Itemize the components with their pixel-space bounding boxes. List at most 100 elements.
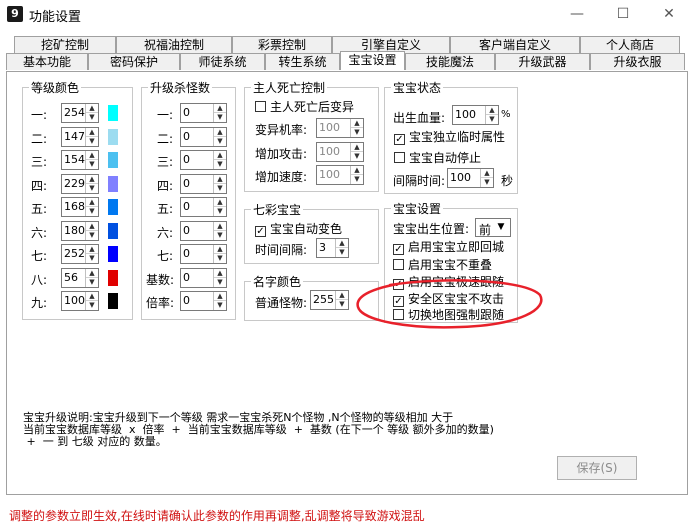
- tab-mining[interactable]: 挖矿控制: [14, 36, 116, 53]
- owner-death-spinner-value[interactable]: 100: [319, 145, 340, 158]
- kill-count-spinner-value[interactable]: 0: [183, 294, 190, 307]
- level-color-spinner[interactable]: 252 ▲ ▼: [61, 244, 99, 264]
- owner-death-spinner-value[interactable]: 100: [319, 168, 340, 181]
- spin-up-icon[interactable]: ▲: [214, 222, 226, 231]
- owner-death-spinner-value[interactable]: 100: [319, 121, 340, 134]
- tab-personal-shop[interactable]: 个人商店: [580, 36, 680, 53]
- kill-count-spinner[interactable]: 0 ▲ ▼: [180, 244, 227, 264]
- spin-down-icon[interactable]: ▼: [86, 231, 98, 240]
- level-color-spinner-value[interactable]: 252: [64, 247, 85, 260]
- spin-down-icon[interactable]: ▼: [351, 175, 363, 184]
- spin-up-icon[interactable]: ▲: [86, 151, 98, 160]
- level-color-spinner-value[interactable]: 254: [64, 106, 85, 119]
- spin-up-icon[interactable]: ▲: [86, 245, 98, 254]
- option-no-overlap-checkbox[interactable]: 启用宝宝不重叠: [393, 256, 492, 273]
- spin-down-icon[interactable]: ▼: [336, 300, 348, 309]
- level-color-spinner-value[interactable]: 168: [64, 200, 85, 213]
- tab-lottery[interactable]: 彩票控制: [232, 36, 332, 53]
- name-color-value[interactable]: 255: [313, 293, 334, 306]
- status-interval-value[interactable]: 100: [450, 171, 471, 184]
- close-button[interactable]: ✕: [654, 4, 684, 24]
- spin-up-icon[interactable]: ▲: [86, 292, 98, 301]
- spin-up-icon[interactable]: ▲: [351, 119, 363, 128]
- spin-down-icon[interactable]: ▼: [86, 278, 98, 287]
- spin-down-icon[interactable]: ▼: [86, 113, 98, 122]
- auto-stop-checkbox[interactable]: 宝宝自动停止: [394, 149, 481, 166]
- spin-up-icon[interactable]: ▲: [214, 292, 226, 301]
- spin-down-icon[interactable]: ▼: [481, 178, 493, 187]
- independent-attr-checkbox[interactable]: ✓ 宝宝独立临时属性: [394, 128, 505, 145]
- tab-upgrade-weapon[interactable]: 升级武器: [495, 53, 590, 70]
- level-color-spinner[interactable]: 147 ▲ ▼: [61, 126, 99, 147]
- level-color-spinner[interactable]: 168 ▲ ▼: [61, 197, 99, 217]
- owner-death-spinner[interactable]: 100 ▲ ▼: [316, 118, 364, 138]
- tab-client-custom[interactable]: 客户端自定义: [450, 36, 580, 53]
- spin-down-icon[interactable]: ▼: [214, 113, 226, 122]
- option-instant-return-checkbox[interactable]: ✓ 启用宝宝立即回城: [393, 238, 504, 255]
- spin-down-icon[interactable]: ▼: [214, 137, 226, 146]
- tab-upgrade-armor[interactable]: 升级衣服: [590, 53, 685, 70]
- tab-skills[interactable]: 技能魔法: [405, 53, 495, 70]
- tab-bless-oil[interactable]: 祝福油控制: [116, 36, 232, 53]
- option-instant-return-box[interactable]: ✓: [393, 244, 404, 255]
- auto-color-checkbox-box[interactable]: ✓: [255, 226, 266, 237]
- spin-up-icon[interactable]: ▲: [86, 104, 98, 113]
- spin-down-icon[interactable]: ▼: [214, 160, 226, 169]
- spin-down-icon[interactable]: ▼: [86, 301, 98, 310]
- owner-death-spinner[interactable]: 100 ▲ ▼: [316, 141, 364, 162]
- spin-up-icon[interactable]: ▲: [336, 291, 348, 300]
- level-color-spinner-value[interactable]: 229: [64, 177, 85, 190]
- kill-count-spinner[interactable]: 0 ▲ ▼: [180, 267, 227, 288]
- spin-up-icon[interactable]: ▲: [214, 175, 226, 184]
- spin-down-icon[interactable]: ▼: [86, 254, 98, 263]
- name-color-spinner[interactable]: 255 ▲ ▼: [310, 290, 349, 310]
- kill-count-spinner-value[interactable]: 0: [183, 177, 190, 190]
- owner-death-spinner[interactable]: 100 ▲ ▼: [316, 165, 364, 185]
- spin-down-icon[interactable]: ▼: [214, 278, 226, 287]
- spin-up-icon[interactable]: ▲: [214, 269, 226, 278]
- level-color-spinner-value[interactable]: 56: [64, 271, 78, 284]
- spin-down-icon[interactable]: ▼: [214, 301, 226, 310]
- level-color-spinner-value[interactable]: 180: [64, 224, 85, 237]
- kill-count-spinner-value[interactable]: 0: [183, 153, 190, 166]
- spin-down-icon[interactable]: ▼: [486, 115, 498, 124]
- spin-up-icon[interactable]: ▲: [486, 106, 498, 115]
- chevron-down-icon[interactable]: ▼: [494, 220, 508, 235]
- spin-down-icon[interactable]: ▼: [214, 231, 226, 240]
- spin-up-icon[interactable]: ▲: [86, 175, 98, 184]
- level-color-spinner[interactable]: 100 ▲ ▼: [61, 291, 99, 311]
- tab-password[interactable]: 密码保护: [88, 53, 180, 70]
- spin-up-icon[interactable]: ▲: [214, 198, 226, 207]
- maximize-button[interactable]: ☐: [608, 4, 638, 24]
- spin-down-icon[interactable]: ▼: [351, 128, 363, 137]
- save-button[interactable]: 保存(S): [557, 456, 637, 480]
- rainbow-interval-spinner[interactable]: 3 ▲ ▼: [316, 238, 349, 258]
- spin-up-icon[interactable]: ▲: [214, 104, 226, 113]
- level-color-spinner[interactable]: 56 ▲ ▼: [61, 267, 99, 288]
- kill-count-spinner-value[interactable]: 0: [183, 271, 190, 284]
- level-color-spinner-value[interactable]: 147: [64, 130, 85, 143]
- spin-up-icon[interactable]: ▲: [214, 128, 226, 137]
- spin-down-icon[interactable]: ▼: [86, 137, 98, 146]
- spin-up-icon[interactable]: ▲: [86, 198, 98, 207]
- tab-basic[interactable]: 基本功能: [6, 53, 88, 70]
- status-interval-spinner[interactable]: 100 ▲ ▼: [447, 168, 494, 188]
- level-color-spinner[interactable]: 154 ▲ ▼: [61, 150, 99, 170]
- hp-value[interactable]: 100: [455, 108, 476, 121]
- option-no-overlap-box[interactable]: [393, 259, 404, 270]
- minimize-button[interactable]: —: [562, 4, 592, 24]
- level-color-spinner-value[interactable]: 100: [64, 294, 85, 307]
- spin-down-icon[interactable]: ▼: [86, 207, 98, 216]
- spin-down-icon[interactable]: ▼: [86, 160, 98, 169]
- auto-color-checkbox[interactable]: ✓ 宝宝自动变色: [255, 220, 342, 237]
- spin-up-icon[interactable]: ▲: [86, 128, 98, 137]
- spawn-position-select[interactable]: 前 ▼: [475, 218, 511, 237]
- rainbow-interval-value[interactable]: 3: [319, 241, 326, 254]
- spin-down-icon[interactable]: ▼: [214, 184, 226, 193]
- hp-spinner[interactable]: 100 ▲ ▼: [452, 105, 499, 125]
- spin-up-icon[interactable]: ▲: [351, 143, 363, 152]
- tab-mentor[interactable]: 师徒系统: [180, 53, 265, 70]
- spin-down-icon[interactable]: ▼: [214, 254, 226, 263]
- mutate-checkbox[interactable]: 主人死亡后变异: [255, 98, 354, 115]
- spin-up-icon[interactable]: ▲: [351, 166, 363, 175]
